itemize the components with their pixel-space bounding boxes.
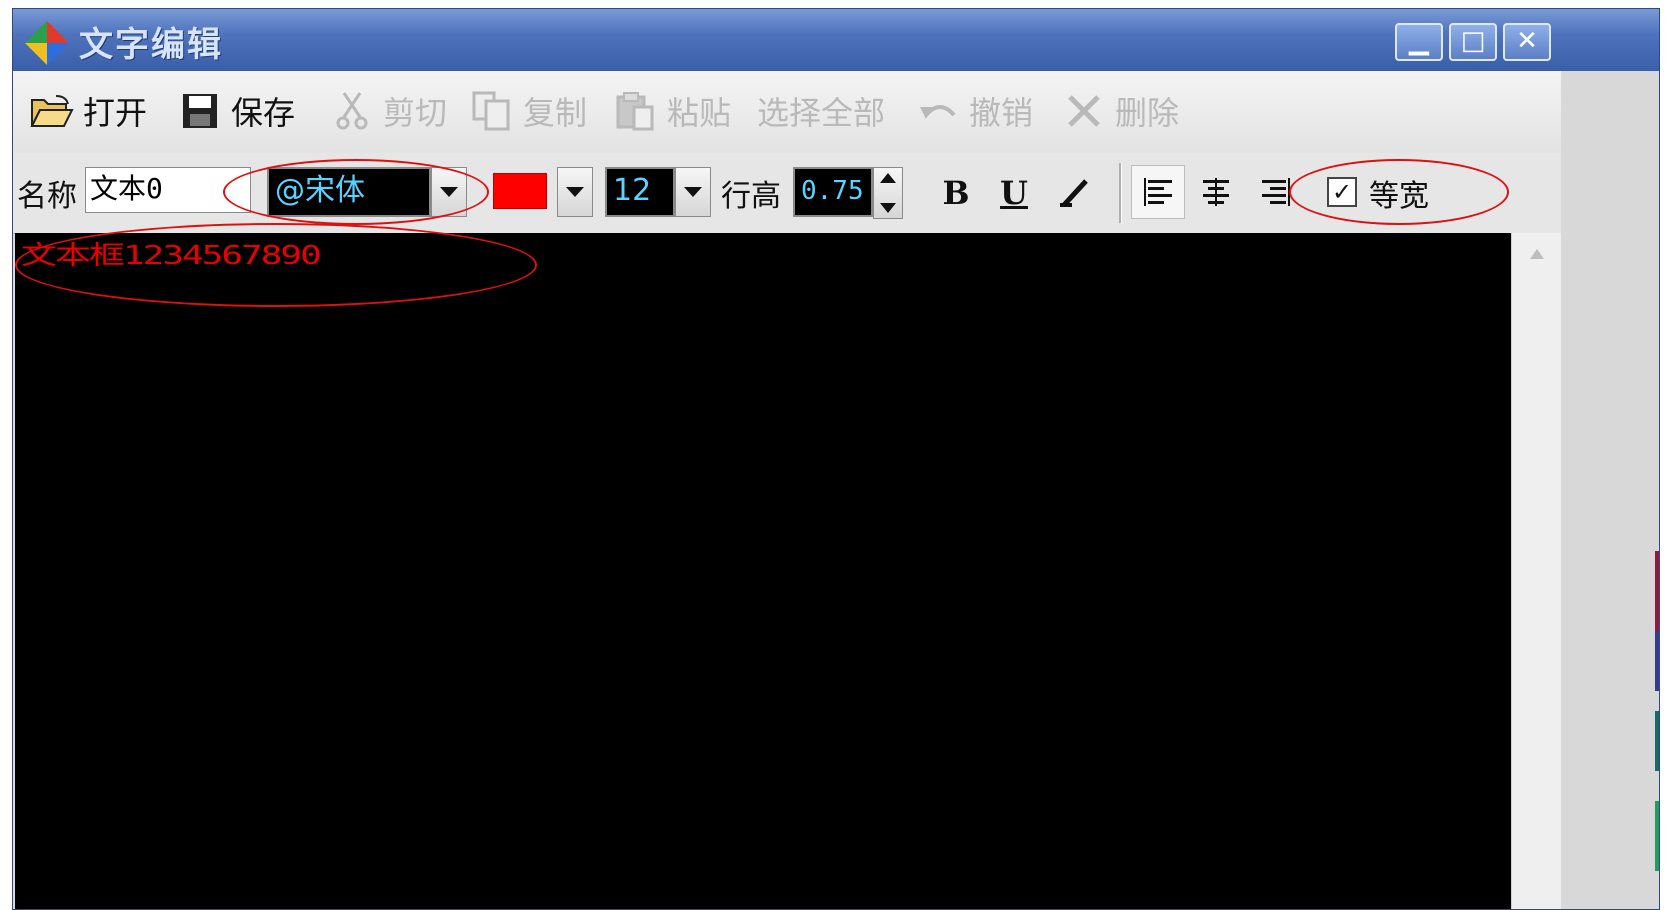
text-editor-area[interactable]: 文本框1234567890 — [15, 233, 1511, 909]
italic-button[interactable] — [1049, 167, 1099, 219]
copy-label: 复制 — [523, 94, 588, 132]
open-label: 打开 — [83, 94, 148, 132]
undo-button[interactable]: 撤销 — [915, 85, 1033, 137]
save-label: 保存 — [231, 94, 296, 132]
font-select[interactable]: @宋体 — [267, 167, 431, 217]
window-title: 文字编辑 — [79, 25, 223, 65]
app-logo-icon — [25, 21, 69, 65]
open-button[interactable]: 打开 — [29, 85, 147, 137]
monospace-label: 等宽 — [1369, 179, 1429, 214]
undo-icon — [915, 91, 961, 131]
color-dropdown-button[interactable] — [557, 167, 593, 217]
toolbar-separator — [1119, 163, 1122, 223]
bold-icon: B — [942, 174, 970, 212]
align-right-icon — [1262, 178, 1290, 206]
undo-label: 撤销 — [969, 94, 1034, 132]
underline-button[interactable]: U — [989, 167, 1039, 219]
delete-label: 删除 — [1115, 94, 1180, 132]
cut-label: 剪切 — [383, 94, 448, 132]
floppy-disk-icon — [177, 91, 223, 131]
select-all-button[interactable]: 选择全部 — [757, 85, 885, 137]
maximize-button[interactable]: □ — [1449, 23, 1497, 61]
background-strip-blue — [1655, 631, 1659, 691]
copy-button[interactable]: 复制 — [469, 85, 587, 137]
scissors-icon — [329, 91, 375, 131]
align-center-icon — [1203, 178, 1229, 206]
cut-button[interactable]: 剪切 — [329, 85, 447, 137]
font-dropdown-button[interactable] — [431, 167, 467, 217]
chevron-down-icon — [440, 187, 458, 197]
color-swatch[interactable] — [493, 173, 547, 209]
editor-text: 文本框1234567890 — [21, 241, 322, 271]
background-strip-teal — [1655, 711, 1659, 771]
font-size-select[interactable]: 12 — [605, 167, 675, 217]
clipboard-icon — [613, 91, 659, 131]
maximize-icon: □ — [1460, 26, 1486, 56]
monospace-checkbox[interactable]: ✓ — [1327, 177, 1357, 207]
background-window-edge — [1561, 71, 1659, 909]
name-input[interactable]: 文本0 — [85, 167, 251, 213]
checkmark-icon: ✓ — [1331, 178, 1353, 206]
align-center-button[interactable] — [1189, 165, 1243, 219]
font-size-dropdown-button[interactable] — [675, 167, 711, 217]
chevron-down-icon — [566, 187, 584, 197]
line-height-spinner[interactable] — [873, 167, 903, 219]
align-left-button[interactable] — [1131, 165, 1185, 219]
copy-icon — [469, 91, 515, 131]
save-button[interactable]: 保存 — [177, 85, 295, 137]
minimize-button[interactable]: ▁ — [1395, 23, 1443, 61]
main-toolbar: 打开 保存 剪切 复制 粘贴 选择全部 撤销 删除 — [13, 71, 1659, 154]
format-toolbar: 名称 文本0 @宋体 12 行高 0.75 B U ✓ 等宽 — [13, 153, 1659, 234]
underline-icon: U — [1000, 174, 1028, 212]
paste-button[interactable]: 粘贴 — [613, 85, 731, 137]
spin-down-icon — [880, 203, 896, 213]
close-icon: ✕ — [1516, 26, 1538, 56]
chevron-down-icon — [684, 187, 702, 197]
minimize-icon: ▁ — [1409, 26, 1429, 56]
close-button[interactable]: ✕ — [1503, 23, 1551, 61]
title-bar[interactable]: 文字编辑 ▁ □ ✕ — [13, 9, 1659, 71]
scroll-up-icon[interactable] — [1530, 249, 1544, 259]
align-right-button[interactable] — [1249, 165, 1303, 219]
folder-open-icon — [29, 91, 75, 131]
vertical-scrollbar[interactable] — [1511, 233, 1562, 909]
italic-icon — [1060, 179, 1088, 207]
line-height-label: 行高 — [721, 179, 781, 214]
background-strip-green — [1655, 801, 1659, 871]
select-all-label: 选择全部 — [757, 94, 886, 132]
line-height-input[interactable]: 0.75 — [793, 167, 873, 217]
paste-label: 粘贴 — [667, 94, 732, 132]
text-edit-window: 文字编辑 ▁ □ ✕ 打开 保存 剪切 复制 粘贴 选择全部 撤销 删除 名称 … — [12, 8, 1660, 910]
background-strip-red — [1655, 551, 1659, 631]
name-label: 名称 — [17, 179, 77, 214]
align-left-icon — [1144, 178, 1172, 206]
bold-button[interactable]: B — [931, 167, 981, 219]
delete-button[interactable]: 删除 — [1061, 85, 1179, 137]
delete-x-icon — [1061, 91, 1107, 131]
spin-up-icon — [880, 173, 896, 183]
